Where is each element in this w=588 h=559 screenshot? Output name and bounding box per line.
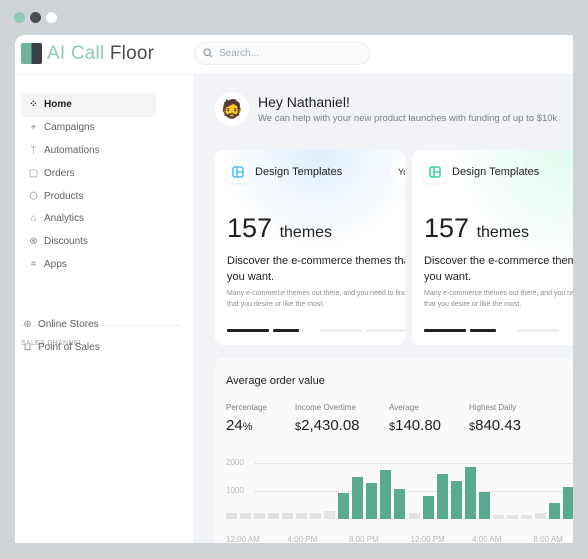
target-icon: ⌖ bbox=[30, 122, 37, 133]
bar[interactable] bbox=[436, 474, 448, 519]
carousel-indicator[interactable] bbox=[366, 329, 405, 332]
sidebar: ⁘ Home ⌖ Campaigns ᛘ Automations ▢ Orders ⬡ P… bbox=[15, 75, 193, 543]
carousel-indicator-active[interactable] bbox=[424, 329, 466, 332]
stat-percentage: Percentage 24% bbox=[226, 403, 267, 434]
sidebar-item-apps[interactable]: ⌗ Apps bbox=[21, 253, 156, 277]
globe-icon: ⊕ bbox=[23, 319, 32, 330]
bar[interactable] bbox=[506, 515, 518, 519]
bar[interactable] bbox=[296, 512, 308, 519]
carousel-indicator[interactable] bbox=[320, 329, 362, 332]
bar[interactable] bbox=[422, 496, 434, 519]
sidebar-item-orders[interactable]: ▢ Orders bbox=[21, 162, 156, 186]
bar[interactable] bbox=[450, 480, 462, 519]
layout-icon bbox=[424, 161, 446, 183]
grid-icon: ⁘ bbox=[29, 99, 38, 110]
brand-logo bbox=[21, 43, 42, 64]
brand-name: AI Call Floor bbox=[47, 43, 155, 64]
bar[interactable] bbox=[478, 492, 490, 519]
x-tick-label: 4:00 PM bbox=[287, 535, 318, 543]
sidebar-item-online-stores[interactable]: ⊕ Online Stores bbox=[15, 313, 150, 337]
sidebar-item-products[interactable]: ⬡ Products bbox=[21, 185, 156, 209]
carousel-indicator-active[interactable] bbox=[470, 329, 496, 332]
window-dot-3[interactable] bbox=[46, 12, 57, 23]
x-tick-label: 12:00 PM bbox=[410, 535, 445, 543]
bar[interactable] bbox=[520, 515, 532, 519]
carousel-indicator-active[interactable] bbox=[273, 329, 299, 332]
bar[interactable] bbox=[352, 476, 364, 519]
card-count: 157 themes bbox=[227, 213, 333, 243]
x-tick-label: 8:00 AM bbox=[533, 535, 563, 543]
window-dot-1[interactable] bbox=[14, 12, 25, 23]
branch-icon: ᛘ bbox=[30, 145, 37, 156]
template-card[interactable]: Design Templates Yo 157 themes Discover … bbox=[215, 150, 405, 345]
chart-title: Average order value bbox=[226, 375, 325, 387]
gridline bbox=[255, 463, 573, 464]
bar[interactable] bbox=[562, 487, 573, 519]
bar[interactable] bbox=[268, 512, 280, 519]
app-window: AI Call Floor Search... ⁘ Home ⌖ Campaigns… bbox=[15, 35, 573, 543]
bar[interactable] bbox=[324, 510, 336, 519]
card-headline: Discover the e-commerce themes that you … bbox=[227, 255, 405, 283]
sidebar-item-home[interactable]: ⁘ Home bbox=[21, 93, 156, 117]
card-title: Design Templates bbox=[255, 166, 343, 178]
card-count: 157 themes bbox=[424, 213, 530, 243]
window-dot-2[interactable] bbox=[30, 12, 41, 23]
greeting-subtitle: We can help with your new product launch… bbox=[258, 113, 558, 124]
bar[interactable] bbox=[254, 512, 266, 519]
bag-icon: ▢ bbox=[28, 168, 39, 179]
card-badge[interactable]: Yo bbox=[391, 159, 405, 185]
chart-icon: ⌂ bbox=[30, 213, 37, 224]
bar[interactable] bbox=[534, 512, 546, 519]
bar[interactable] bbox=[310, 512, 322, 519]
gridline bbox=[255, 491, 573, 492]
sidebar-item-point-of-sales[interactable]: ⊔ Point of Sales bbox=[15, 336, 150, 360]
apps-icon: ⌗ bbox=[30, 259, 37, 270]
bar[interactable] bbox=[338, 492, 350, 519]
bar[interactable] bbox=[492, 515, 504, 519]
x-tick-label: 12:00 AM bbox=[226, 535, 260, 543]
bar[interactable] bbox=[282, 512, 294, 519]
stat-average: Average $140.80 bbox=[389, 403, 442, 434]
stat-income-overtime: Income Overtime $2,430.08 bbox=[295, 403, 360, 434]
cart-icon: ⊔ bbox=[23, 342, 32, 353]
bar[interactable] bbox=[464, 466, 476, 519]
sidebar-item-campaigns[interactable]: ⌖ Campaigns bbox=[21, 116, 156, 140]
card-body: Many e-commerce themes out there, and yo… bbox=[424, 290, 573, 308]
carousel-indicator[interactable] bbox=[517, 329, 559, 332]
main-content: 🧔 Hey Nathaniel! We can help with your n… bbox=[193, 75, 573, 543]
bar[interactable] bbox=[408, 513, 420, 519]
percent-icon: ⊗ bbox=[29, 236, 38, 247]
greeting-title: Hey Nathaniel! bbox=[258, 94, 350, 110]
bar[interactable] bbox=[548, 503, 560, 519]
top-header: AI Call Floor Search... bbox=[15, 35, 573, 75]
sidebar-item-discounts[interactable]: ⊗ Discounts bbox=[21, 230, 156, 254]
bar[interactable] bbox=[366, 483, 378, 519]
sidebar-item-automations[interactable]: ᛘ Automations bbox=[21, 139, 156, 163]
stat-highest-daily: Highest Daily $840.43 bbox=[469, 403, 522, 434]
avatar[interactable]: 🧔 bbox=[215, 92, 249, 126]
card-title: Design Templates bbox=[452, 166, 540, 178]
search-icon bbox=[203, 48, 213, 58]
search-input[interactable]: Search... bbox=[194, 42, 370, 65]
bar[interactable] bbox=[226, 512, 237, 519]
template-card[interactable]: Design Templates 157 themes Discover the… bbox=[412, 150, 573, 345]
card-headline: Discover the e-commerce themes that you … bbox=[424, 255, 573, 283]
x-tick-label: 4:00 AM bbox=[472, 535, 502, 543]
average-order-value-card: Average order value Percentage 24% Income… bbox=[215, 358, 573, 543]
bar[interactable] bbox=[380, 470, 392, 519]
y-tick-label: 1000 bbox=[226, 486, 244, 495]
card-body: Many e-commerce themes out there, and yo… bbox=[227, 290, 405, 308]
bar[interactable] bbox=[394, 488, 406, 519]
x-tick-label: 8:00 PM bbox=[349, 535, 379, 543]
sidebar-item-analytics[interactable]: ⌂ Analytics bbox=[21, 207, 156, 231]
box-icon: ⬡ bbox=[29, 191, 38, 202]
y-tick-label: 2000 bbox=[226, 458, 244, 467]
carousel-indicator-active[interactable] bbox=[227, 329, 269, 332]
bar[interactable] bbox=[240, 512, 252, 519]
layout-icon bbox=[227, 161, 249, 183]
